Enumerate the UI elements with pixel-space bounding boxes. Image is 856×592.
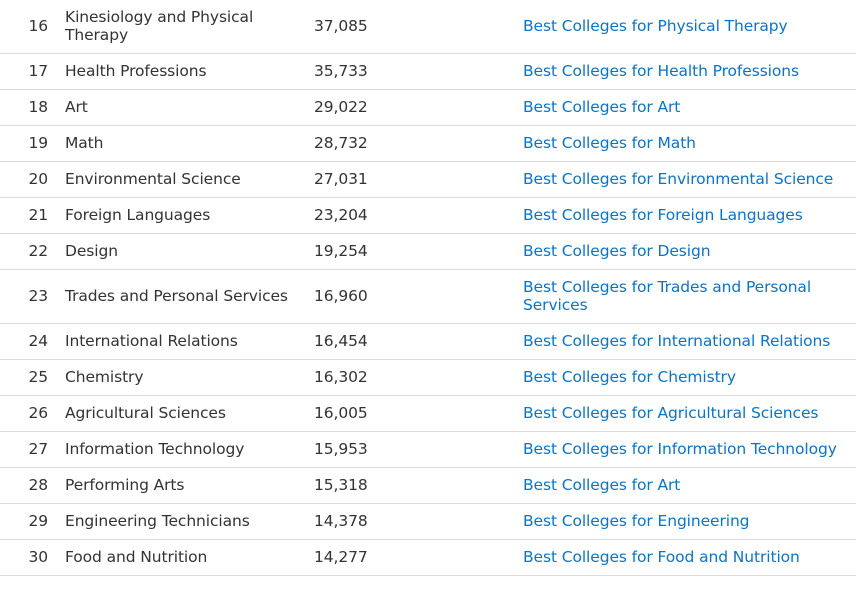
rank-cell: 21	[0, 197, 65, 234]
link-cell: Best Colleges for Trades and Personal Se…	[523, 269, 856, 324]
count-cell: 14,378	[314, 503, 523, 540]
link-cell: Best Colleges for Art	[523, 89, 856, 126]
major-name-cell: Design	[65, 233, 314, 270]
best-colleges-link[interactable]: Best Colleges for Math	[523, 134, 696, 152]
count-cell: 37,085	[314, 0, 523, 54]
link-cell: Best Colleges for Chemistry	[523, 359, 856, 396]
major-name-cell: Environmental Science	[65, 161, 314, 198]
count-cell: 19,254	[314, 233, 523, 270]
count-cell: 16,454	[314, 323, 523, 360]
rank-cell: 26	[0, 395, 65, 432]
link-cell: Best Colleges for Math	[523, 125, 856, 162]
best-colleges-link[interactable]: Best Colleges for Physical Therapy	[523, 17, 788, 35]
rank-cell: 19	[0, 125, 65, 162]
link-cell: Best Colleges for Engineering	[523, 503, 856, 540]
count-cell: 29,022	[314, 89, 523, 126]
major-name-cell: Foreign Languages	[65, 197, 314, 234]
major-name-cell: Performing Arts	[65, 467, 314, 504]
best-colleges-link[interactable]: Best Colleges for Chemistry	[523, 368, 736, 386]
best-colleges-link[interactable]: Best Colleges for Information Technology	[523, 440, 837, 458]
best-colleges-link[interactable]: Best Colleges for Art	[523, 476, 680, 494]
rank-cell: 20	[0, 161, 65, 198]
majors-table: 16 Kinesiology and Physical Therapy 37,085…	[0, 0, 856, 576]
best-colleges-link[interactable]: Best Colleges for Agricultural Sciences	[523, 404, 818, 422]
count-cell: 35,733	[314, 53, 523, 90]
count-cell: 27,031	[314, 161, 523, 198]
table-row: 21 Foreign Languages 23,204 Best Colleges f…	[0, 197, 856, 234]
best-colleges-link[interactable]: Best Colleges for Foreign Languages	[523, 206, 803, 224]
table-row: 17 Health Professions 35,733 Best Colleges …	[0, 53, 856, 90]
best-colleges-link[interactable]: Best Colleges for Health Professions	[523, 62, 799, 80]
table-row: 18 Art 29,022 Best Colleges for Art	[0, 89, 856, 126]
link-cell: Best Colleges for International Relation…	[523, 323, 856, 360]
rank-cell: 17	[0, 53, 65, 90]
table-row: 30 Food and Nutrition 14,277 Best Colleges …	[0, 539, 856, 576]
table-row: 28 Performing Arts 15,318 Best Colleges for…	[0, 467, 856, 504]
table-row: 20 Environmental Science 27,031 Best Colleg…	[0, 161, 856, 198]
rank-cell: 27	[0, 431, 65, 468]
count-cell: 15,953	[314, 431, 523, 468]
count-cell: 16,005	[314, 395, 523, 432]
rank-cell: 22	[0, 233, 65, 270]
rank-cell: 29	[0, 503, 65, 540]
major-name-cell: Art	[65, 89, 314, 126]
table-row: 26 Agricultural Sciences 16,005 Best Colleg…	[0, 395, 856, 432]
major-name-cell: Information Technology	[65, 431, 314, 468]
rank-cell: 28	[0, 467, 65, 504]
major-name-cell: Chemistry	[65, 359, 314, 396]
major-name-cell: Math	[65, 125, 314, 162]
table-row: 25 Chemistry 16,302 Best Colleges for Chemi…	[0, 359, 856, 396]
link-cell: Best Colleges for Food and Nutrition	[523, 539, 856, 576]
link-cell: Best Colleges for Art	[523, 467, 856, 504]
table-row: 16 Kinesiology and Physical Therapy 37,085…	[0, 0, 856, 54]
major-name-cell: International Relations	[65, 323, 314, 360]
rank-cell: 25	[0, 359, 65, 396]
table-row: 22 Design 19,254 Best Colleges for Design	[0, 233, 856, 270]
count-cell: 16,960	[314, 269, 523, 324]
link-cell: Best Colleges for Environmental Science	[523, 161, 856, 198]
link-cell: Best Colleges for Health Professions	[523, 53, 856, 90]
best-colleges-link[interactable]: Best Colleges for Design	[523, 242, 711, 260]
link-cell: Best Colleges for Information Technology	[523, 431, 856, 468]
table-row: 27 Information Technology 15,953 Best Colle…	[0, 431, 856, 468]
best-colleges-link[interactable]: Best Colleges for Environmental Science	[523, 170, 833, 188]
best-colleges-link[interactable]: Best Colleges for Trades and Personal Se…	[523, 278, 811, 314]
rank-cell: 16	[0, 0, 65, 54]
link-cell: Best Colleges for Design	[523, 233, 856, 270]
rank-cell: 23	[0, 269, 65, 324]
link-cell: Best Colleges for Foreign Languages	[523, 197, 856, 234]
best-colleges-link[interactable]: Best Colleges for International Relation…	[523, 332, 830, 350]
best-colleges-link[interactable]: Best Colleges for Art	[523, 98, 680, 116]
major-name-cell: Kinesiology and Physical Therapy	[65, 0, 314, 54]
major-name-cell: Food and Nutrition	[65, 539, 314, 576]
rank-cell: 18	[0, 89, 65, 126]
count-cell: 14,277	[314, 539, 523, 576]
count-cell: 15,318	[314, 467, 523, 504]
major-name-cell: Agricultural Sciences	[65, 395, 314, 432]
rank-cell: 30	[0, 539, 65, 576]
table-row: 29 Engineering Technicians 14,378 Best Coll…	[0, 503, 856, 540]
link-cell: Best Colleges for Agricultural Sciences	[523, 395, 856, 432]
major-name-cell: Health Professions	[65, 53, 314, 90]
table-row: 19 Math 28,732 Best Colleges for Math	[0, 125, 856, 162]
table-row: 23 Trades and Personal Services 16,960 Best…	[0, 269, 856, 324]
major-name-cell: Engineering Technicians	[65, 503, 314, 540]
rank-cell: 24	[0, 323, 65, 360]
best-colleges-link[interactable]: Best Colleges for Food and Nutrition	[523, 548, 800, 566]
count-cell: 16,302	[314, 359, 523, 396]
table-row: 24 International Relations 16,454 Best Coll…	[0, 323, 856, 360]
link-cell: Best Colleges for Physical Therapy	[523, 0, 856, 54]
count-cell: 23,204	[314, 197, 523, 234]
count-cell: 28,732	[314, 125, 523, 162]
best-colleges-link[interactable]: Best Colleges for Engineering	[523, 512, 750, 530]
major-name-cell: Trades and Personal Services	[65, 269, 314, 324]
